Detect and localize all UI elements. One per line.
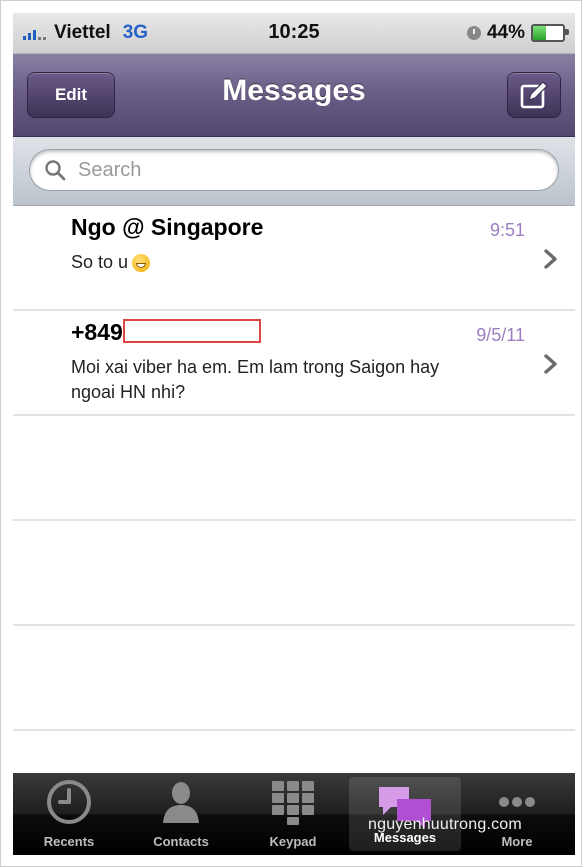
chevron-right-icon [544, 354, 557, 374]
contact-name-line: +849 [71, 318, 261, 346]
search-field[interactable] [29, 149, 559, 191]
contact-name: +849 [71, 319, 123, 345]
phone-screen: Viettel 3G 10:25 44% Edit Messages Searc… [13, 13, 575, 855]
search-input[interactable] [76, 157, 520, 183]
message-preview-line: So to u [71, 250, 441, 275]
message-date: 9/5/11 [476, 325, 525, 345]
conversation-list: Ngo @ Singapore So to u 9:51 +849 Moi xa… [13, 206, 575, 731]
battery-percent: 44% [486, 22, 525, 43]
tab-more[interactable]: More [461, 773, 573, 855]
keypad-icon [272, 781, 314, 825]
tab-label: Keypad [269, 834, 317, 849]
compose-button[interactable] [507, 72, 561, 118]
alarm-clock-icon [466, 26, 481, 40]
conversation-row[interactable]: +849 Moi xai viber ha em. Em lam trong S… [13, 311, 575, 416]
tab-messages[interactable]: Messages [349, 777, 461, 851]
empty-row [13, 521, 575, 626]
tab-label: More [501, 834, 533, 849]
message-preview: Moi xai viber ha em. Em lam trong Saigon… [71, 357, 440, 402]
conversation-row[interactable]: Ngo @ Singapore So to u 9:51 [13, 206, 575, 311]
battery-icon [531, 24, 569, 42]
search-bar [13, 137, 575, 206]
tab-recents[interactable]: Recents [13, 773, 125, 855]
tab-label: Contacts [153, 834, 209, 849]
grinning-face-icon [132, 254, 151, 273]
redaction-box [122, 318, 261, 343]
watermark-text: nguyenhuutrong.com [368, 816, 522, 833]
empty-row [13, 416, 575, 521]
status-bar: Viettel 3G 10:25 44% [13, 13, 575, 54]
tab-contacts[interactable]: Contacts [125, 773, 237, 855]
tab-keypad[interactable]: Keypad [237, 773, 349, 855]
navigation-bar: Edit Messages [13, 54, 575, 137]
contact-name: Ngo @ Singapore [71, 214, 264, 240]
page-title: Messages [222, 74, 366, 107]
screenshot-frame: Viettel 3G 10:25 44% Edit Messages Searc… [0, 0, 582, 867]
search-icon [45, 160, 66, 181]
message-date: 9:51 [489, 220, 525, 240]
chevron-right-icon [544, 249, 557, 269]
status-right: 44% [466, 21, 569, 45]
empty-row [13, 626, 575, 731]
tab-label: Recents [43, 834, 95, 849]
person-icon [163, 782, 199, 823]
tab-bar: Recents Contacts Keypad Messages More [13, 773, 575, 855]
compose-icon [520, 81, 548, 109]
message-preview: So to u [71, 252, 129, 272]
clock-icon [47, 780, 91, 824]
